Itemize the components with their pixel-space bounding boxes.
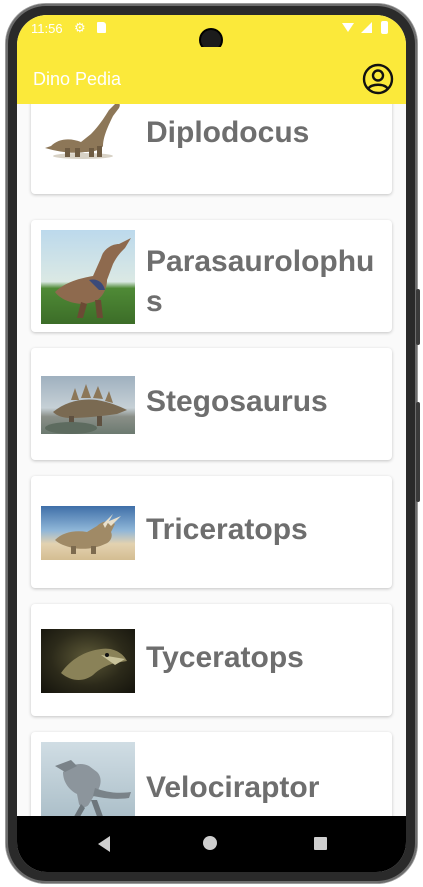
volume-button	[416, 289, 420, 345]
home-icon[interactable]	[203, 836, 217, 850]
navigation-bar	[17, 816, 406, 872]
dino-image-triceratops	[41, 506, 135, 560]
dino-image-parasaurolophus	[41, 230, 135, 324]
battery-icon	[381, 21, 388, 34]
dino-name: Stegosaurus	[146, 385, 328, 418]
dino-name: Diplodocus	[146, 116, 310, 149]
dino-name: Velociraptor	[146, 771, 320, 804]
sd-card-icon	[97, 22, 106, 33]
dino-name: Parasaurolophus	[146, 245, 375, 318]
dino-card-stegosaurus[interactable]: Stegosaurus	[31, 348, 392, 460]
status-bar: 11:56 ⚙	[17, 15, 406, 50]
dinosaur-list: Diplodocus Parasaurolophus Stegosaurus T…	[17, 104, 406, 816]
phone-frame: 11:56 ⚙ Dino Pedia Diplodocus Parasaurol…	[6, 4, 420, 883]
power-button	[416, 402, 420, 502]
dino-card-velociraptor[interactable]: Velociraptor	[31, 732, 392, 816]
gear-icon: ⚙	[74, 20, 86, 35]
screen: 11:56 ⚙ Dino Pedia Diplodocus Parasaurol…	[17, 15, 406, 872]
dino-card-tyceratops[interactable]: Tyceratops	[31, 604, 392, 716]
app-title: Dino Pedia	[33, 69, 122, 89]
signal-icon	[361, 22, 372, 33]
status-time: 11:56	[31, 21, 63, 36]
wifi-icon	[342, 23, 354, 32]
dino-card-triceratops[interactable]: Triceratops	[31, 476, 392, 588]
dino-name: Tyceratops	[146, 641, 304, 674]
account-circle-icon[interactable]	[362, 63, 394, 95]
dino-image-velociraptor	[41, 742, 135, 816]
app-bar: Dino Pedia	[17, 47, 406, 104]
dino-image-tyceratops	[41, 629, 135, 693]
back-icon[interactable]	[98, 836, 110, 852]
recents-icon[interactable]	[314, 837, 327, 850]
dino-card-parasaurolophus[interactable]: Parasaurolophus	[31, 220, 392, 332]
dino-image-stegosaurus	[41, 376, 135, 434]
dino-image-diplodocus	[41, 104, 135, 174]
dino-name: Triceratops	[146, 513, 308, 546]
dino-card-diplodocus[interactable]: Diplodocus	[31, 104, 392, 194]
